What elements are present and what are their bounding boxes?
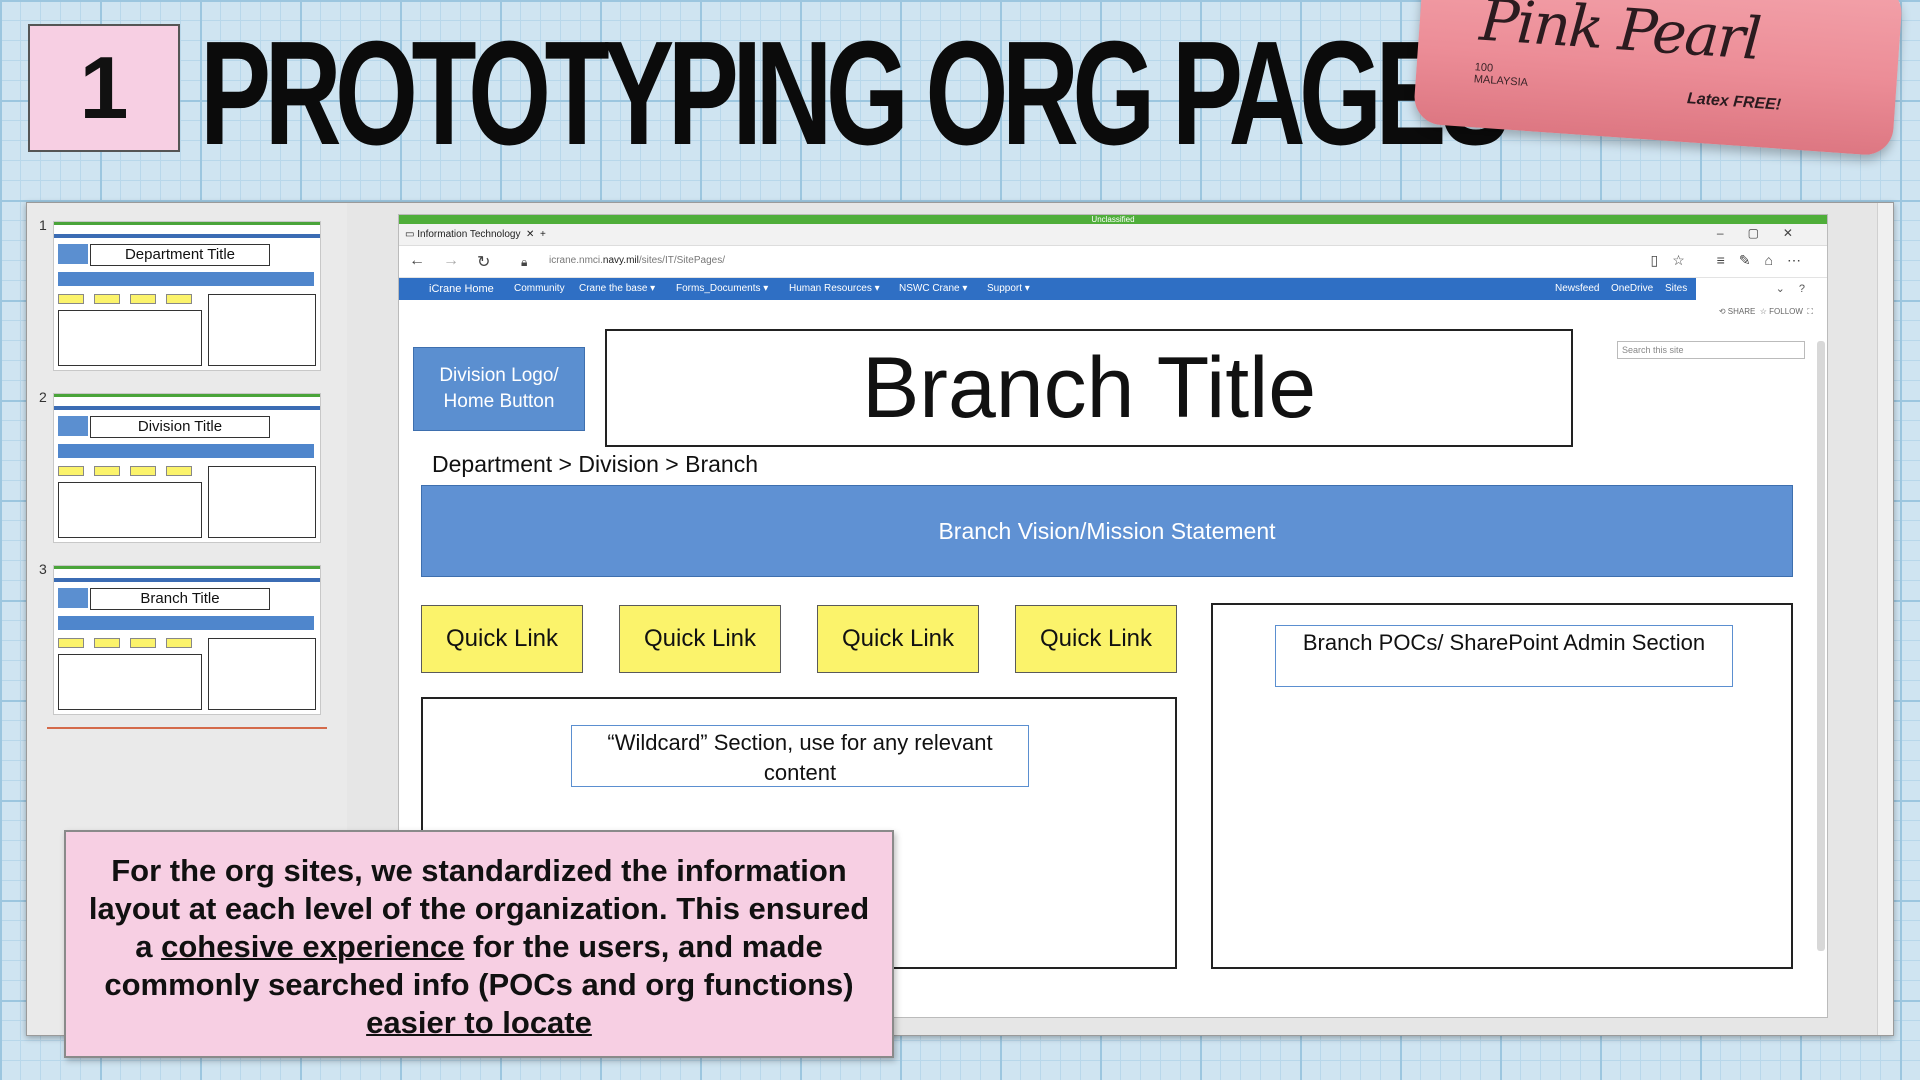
follow-label: FOLLOW (1769, 307, 1803, 316)
thumb-quick-link (130, 294, 156, 304)
eraser-latex-label: Latex FREE! (1686, 90, 1782, 114)
nav-item-support[interactable]: Support ▾ (987, 278, 1030, 300)
thumb-news-section (58, 482, 202, 538)
thumb-logo-box (58, 588, 88, 608)
poc-admin-section-label: Branch POCs/ SharePoint Admin Section (1275, 625, 1733, 687)
quick-link-button[interactable]: Quick Link (817, 605, 979, 673)
share-label: SHARE (1727, 307, 1756, 316)
eraser-label: 100 MALAYSIA (1473, 61, 1529, 89)
thumb-news-section (58, 310, 202, 366)
thumb-logo-box (58, 244, 88, 264)
window-controls[interactable]: –▢✕ (1717, 226, 1817, 240)
quick-link-button[interactable]: Quick Link (619, 605, 781, 673)
nav-item-forms-documents[interactable]: Forms_Documents ▾ (676, 278, 768, 300)
mission-statement-banner: Branch Vision/Mission Statement (421, 485, 1793, 577)
thumb-quick-link (166, 638, 192, 648)
page-icon: ▭ (405, 229, 418, 240)
thumb-classification-bar (54, 566, 320, 569)
thumbnail-number: 1 (39, 217, 47, 233)
explanation-note: For the org sites, we standardized the i… (64, 830, 894, 1058)
nav-item-crane-the-base[interactable]: Crane the base ▾ (579, 278, 655, 300)
refresh-icon[interactable]: ↻ (477, 252, 490, 272)
classification-banner: Unclassified (399, 215, 1827, 224)
close-icon[interactable]: ✕ (520, 229, 540, 240)
poc-admin-section: Branch POCs/ SharePoint Admin Section (1211, 603, 1793, 969)
thumb-nav-bar (54, 406, 320, 410)
global-nav-bar: iCrane Home Community Crane the base ▾ F… (399, 278, 1696, 300)
site-search-input[interactable]: Search this site (1617, 341, 1805, 359)
slide-thumbnail[interactable]: Department Title (53, 221, 321, 371)
thumb-wildcard-section (58, 654, 202, 710)
thumbnail-number: 2 (39, 389, 47, 405)
nav-item-human-resources[interactable]: Human Resources ▾ (789, 278, 880, 300)
thumb-nav-bar (54, 234, 320, 238)
thumb-logo-box (58, 416, 88, 436)
breadcrumb[interactable]: Department > Division > Branch (432, 451, 758, 478)
forward-icon[interactable]: → (443, 252, 459, 270)
tab-label: Information Technology (417, 229, 521, 240)
thumb-quick-link (94, 466, 120, 476)
thumb-mission-bar (58, 272, 314, 286)
slide-thumbnail-selected[interactable]: Branch Title (53, 565, 321, 715)
thumb-quick-link (166, 294, 192, 304)
note-emphasis-cohesive: cohesive experience (161, 929, 465, 964)
thumb-classification-bar (54, 394, 320, 397)
thumb-quick-link (94, 294, 120, 304)
thumb-quick-link (94, 638, 120, 648)
browser-tab-bar: ▭ Information Technology ✕ + –▢✕ (399, 224, 1827, 246)
url-path: /sites/IT/SitePages/ (638, 255, 725, 266)
site-navigation: iCrane Home Community Crane the base ▾ F… (399, 278, 1827, 300)
nav-item-sites[interactable]: Sites (1665, 278, 1687, 300)
thumb-mission-bar (58, 444, 314, 458)
thumb-poc-section (208, 466, 316, 538)
thumb-title: Division Title (90, 416, 270, 438)
branch-title: Branch Title (605, 329, 1573, 447)
nav-item-newsfeed[interactable]: Newsfeed (1555, 278, 1599, 300)
address-bar-row: ← → ↻ 🔒︎ icrane.nmci.navy.mil/sites/IT/S… (399, 246, 1827, 278)
thumb-quick-link (58, 466, 84, 476)
thumb-poc-section (208, 294, 316, 366)
thumb-quick-link (166, 466, 192, 476)
browser-tab[interactable]: ▭ Information Technology ✕ + (405, 226, 546, 244)
nav-item-onedrive[interactable]: OneDrive (1611, 278, 1653, 300)
eraser-brand-logo: Pink Pearl (1477, 0, 1762, 73)
eraser-country: MALAYSIA (1473, 73, 1529, 89)
thumb-quick-link (58, 638, 84, 648)
quick-link-button[interactable]: Quick Link (1015, 605, 1177, 673)
new-tab-icon[interactable]: + (540, 229, 546, 240)
url-prefix: icrane.nmci. (549, 255, 603, 266)
thumb-title: Department Title (90, 244, 270, 266)
lock-icon: 🔒︎ (521, 255, 528, 269)
thumb-nav-bar (54, 578, 320, 582)
nav-item-icrane-home[interactable]: iCrane Home (429, 278, 494, 300)
share-follow-bar[interactable]: ⟲ SHARE ☆ FOLLOW ⛶ (1719, 307, 1813, 317)
thumb-quick-link (58, 294, 84, 304)
nav-item-nswc-crane[interactable]: NSWC Crane ▾ (899, 278, 967, 300)
thumb-mission-bar (58, 616, 314, 630)
back-icon[interactable]: ← (409, 252, 425, 270)
thumb-poc-section (208, 638, 316, 710)
insertion-marker (47, 727, 327, 729)
thumb-classification-bar (54, 222, 320, 225)
slide-number-badge: 1 (28, 24, 180, 152)
vertical-scrollbar[interactable] (1877, 203, 1893, 1035)
url-domain: navy.mil (602, 255, 639, 266)
division-logo-home-button[interactable]: Division Logo/ Home Button (413, 347, 585, 431)
help-icon[interactable]: ⌄? (1776, 278, 1819, 300)
page-scrollbar[interactable] (1817, 341, 1825, 951)
slide-thumbnail[interactable]: Division Title (53, 393, 321, 543)
slide-heading: PROTOTYPING ORG PAGES (200, 11, 1511, 176)
thumbnail-number: 3 (39, 561, 47, 577)
nav-item-community[interactable]: Community (514, 278, 565, 300)
thumb-title: Branch Title (90, 588, 270, 610)
thumb-quick-link (130, 638, 156, 648)
thumb-quick-link (130, 466, 156, 476)
note-emphasis-locate: easier to locate (366, 1005, 592, 1040)
wildcard-section-label: “Wildcard” Section, use for any relevant… (571, 725, 1029, 787)
quick-link-button[interactable]: Quick Link (421, 605, 583, 673)
browser-toolbar-icons[interactable]: ▯☆ ≡✎⌂⋯ (1651, 252, 1816, 269)
url-field[interactable]: icrane.nmci.navy.mil/sites/IT/SitePages/ (549, 255, 725, 266)
